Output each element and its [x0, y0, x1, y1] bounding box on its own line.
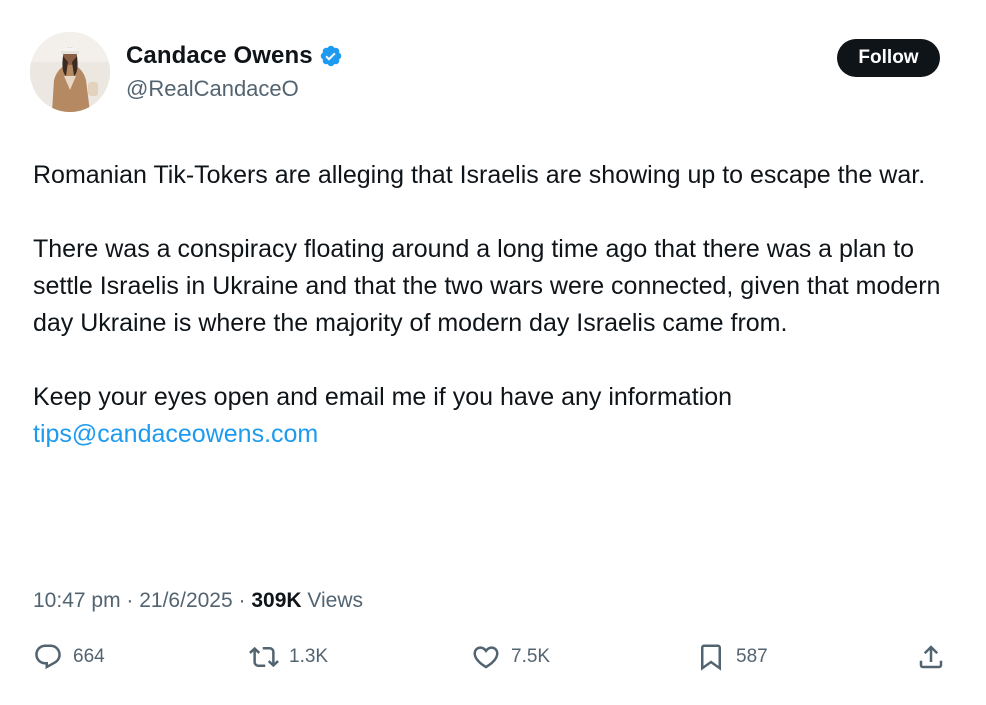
- repost-icon: [249, 646, 279, 668]
- tweet-date[interactable]: 21/6/2025: [139, 589, 232, 612]
- reply-count: 664: [73, 646, 105, 667]
- author-name-row: Candace Owens: [126, 42, 343, 70]
- tweet-paragraph-2: There was a conspiracy floating around a…: [33, 235, 941, 337]
- share-button[interactable]: [916, 642, 946, 672]
- like-count: 7.5K: [511, 646, 551, 667]
- email-link[interactable]: tips@candaceowens.com: [33, 420, 318, 448]
- tweet-paragraph-3-text: Keep your eyes open and email me if you …: [33, 383, 733, 411]
- tweet-time[interactable]: 10:47 pm: [33, 589, 121, 612]
- tweet-paragraph-1: Romanian Tik-Tokers are alleging that Is…: [33, 161, 926, 189]
- views-label: Views: [301, 589, 364, 612]
- repost-button[interactable]: 1.3K: [249, 642, 328, 672]
- like-button[interactable]: 7.5K: [471, 642, 550, 672]
- tweet-card: Candace Owens @RealCandaceO Follow Roman…: [0, 0, 986, 705]
- share-icon: [919, 645, 943, 669]
- heart-icon: [473, 646, 499, 669]
- author-display-name[interactable]: Candace Owens: [126, 42, 313, 70]
- follow-button[interactable]: Follow: [837, 39, 940, 77]
- reply-icon: [35, 644, 61, 670]
- views-count: 309K: [251, 589, 302, 612]
- reply-button[interactable]: 664: [33, 642, 105, 672]
- action-bar: 664 1.3K 7.5K 587: [0, 642, 986, 682]
- tweet-paragraph-3: Keep your eyes open and email me if you …: [33, 379, 963, 453]
- author-handle[interactable]: @RealCandaceO: [126, 76, 299, 102]
- meta-separator: ·: [120, 589, 140, 612]
- bookmark-button[interactable]: 587: [696, 642, 768, 672]
- bookmark-count: 587: [736, 646, 768, 667]
- avatar[interactable]: [30, 32, 110, 112]
- meta-separator: ·: [232, 589, 252, 612]
- bookmark-icon: [701, 644, 721, 671]
- tweet-meta: 10:47 pm · 21/6/2025 · 309K Views: [33, 589, 363, 613]
- tweet-text: Romanian Tik-Tokers are alleging that Is…: [33, 157, 963, 453]
- verified-badge-icon: [319, 44, 343, 68]
- repost-count: 1.3K: [289, 646, 329, 667]
- avatar-image: [30, 32, 110, 112]
